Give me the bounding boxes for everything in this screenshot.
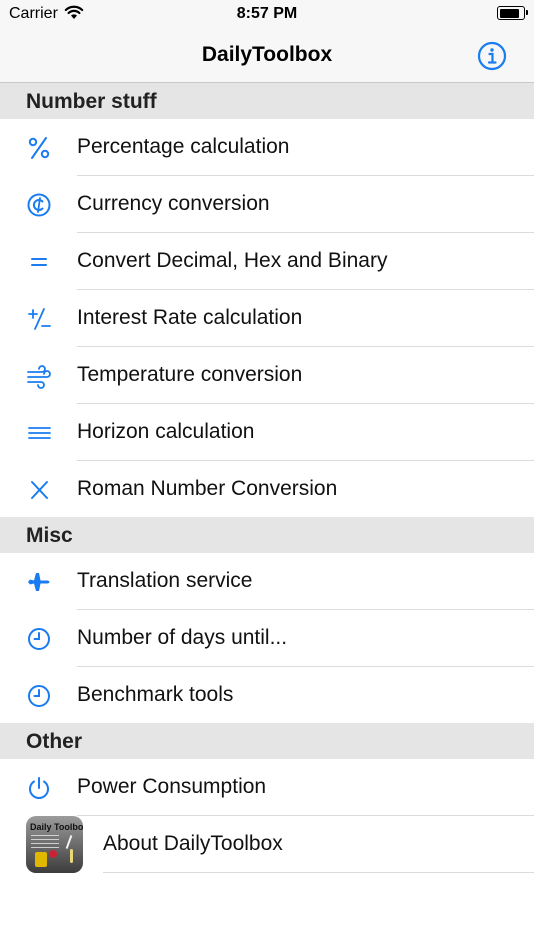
- list-item-label: Benchmark tools: [77, 683, 234, 706]
- info-button[interactable]: [477, 41, 507, 71]
- power-icon: [26, 775, 52, 801]
- list-item-translation[interactable]: Translation service: [0, 553, 534, 610]
- status-bar: Carrier 8:57 PM: [0, 0, 534, 30]
- list-item-horizon[interactable]: Horizon calculation: [0, 404, 534, 461]
- info-circle-icon: [477, 41, 507, 71]
- list-item-roman-number[interactable]: Roman Number Conversion: [0, 461, 534, 518]
- list-item-label: Temperature conversion: [77, 363, 303, 386]
- list-item-benchmark[interactable]: Benchmark tools: [0, 667, 534, 724]
- list-item-temperature[interactable]: Temperature conversion: [0, 347, 534, 404]
- navigation-bar: DailyToolbox: [0, 30, 534, 83]
- equals-icon: [26, 249, 52, 275]
- section-title: Misc: [26, 524, 73, 547]
- app-icon: Daily Toolbox: [26, 816, 83, 873]
- section-title: Number stuff: [26, 90, 157, 113]
- list-item-convert-number-base[interactable]: Convert Decimal, Hex and Binary: [0, 233, 534, 290]
- percent-icon: [26, 135, 52, 161]
- list-item-label: Power Consumption: [77, 775, 267, 798]
- list-item-label: Roman Number Conversion: [77, 477, 338, 500]
- section-title: Other: [26, 730, 83, 753]
- clock-icon: [26, 626, 52, 652]
- section-header-number-stuff: Number stuff: [0, 83, 534, 119]
- list-item-days-until[interactable]: Number of days until...: [0, 610, 534, 667]
- list-item-label: Interest Rate calculation: [77, 306, 303, 329]
- list-item-label: Convert Decimal, Hex and Binary: [77, 249, 388, 272]
- row-divider: [103, 872, 534, 873]
- page-title: DailyToolbox: [201, 43, 333, 66]
- list-item-percentage[interactable]: Percentage calculation: [0, 119, 534, 176]
- cent-circle-icon: [26, 192, 52, 218]
- list-item-label: Currency conversion: [77, 192, 270, 215]
- list-item-label: Number of days until...: [77, 626, 288, 649]
- plus-minus-icon: [26, 306, 52, 332]
- x-mark-icon: [26, 477, 52, 503]
- list-item-label: Horizon calculation: [77, 420, 255, 443]
- list-item-label: Percentage calculation: [77, 135, 290, 158]
- section-header-other: Other: [0, 723, 534, 759]
- clock-icon: [26, 683, 52, 709]
- list-item-label: Translation service: [77, 569, 253, 592]
- list-item-interest-rate[interactable]: Interest Rate calculation: [0, 290, 534, 347]
- list-item-label: About DailyToolbox: [103, 832, 283, 855]
- app-icon-title: Daily Toolbox: [30, 822, 83, 832]
- section-header-misc: Misc: [0, 517, 534, 553]
- list-item-about[interactable]: Daily Toolbox About DailyToolbox: [0, 816, 534, 873]
- airplane-icon: [26, 569, 52, 595]
- status-time: 8:57 PM: [236, 5, 298, 22]
- three-lines-icon: [26, 420, 52, 446]
- list-item-currency[interactable]: Currency conversion: [0, 176, 534, 233]
- list-item-power-consumption[interactable]: Power Consumption: [0, 759, 534, 816]
- wind-icon: [26, 363, 52, 389]
- battery-icon: [497, 6, 528, 20]
